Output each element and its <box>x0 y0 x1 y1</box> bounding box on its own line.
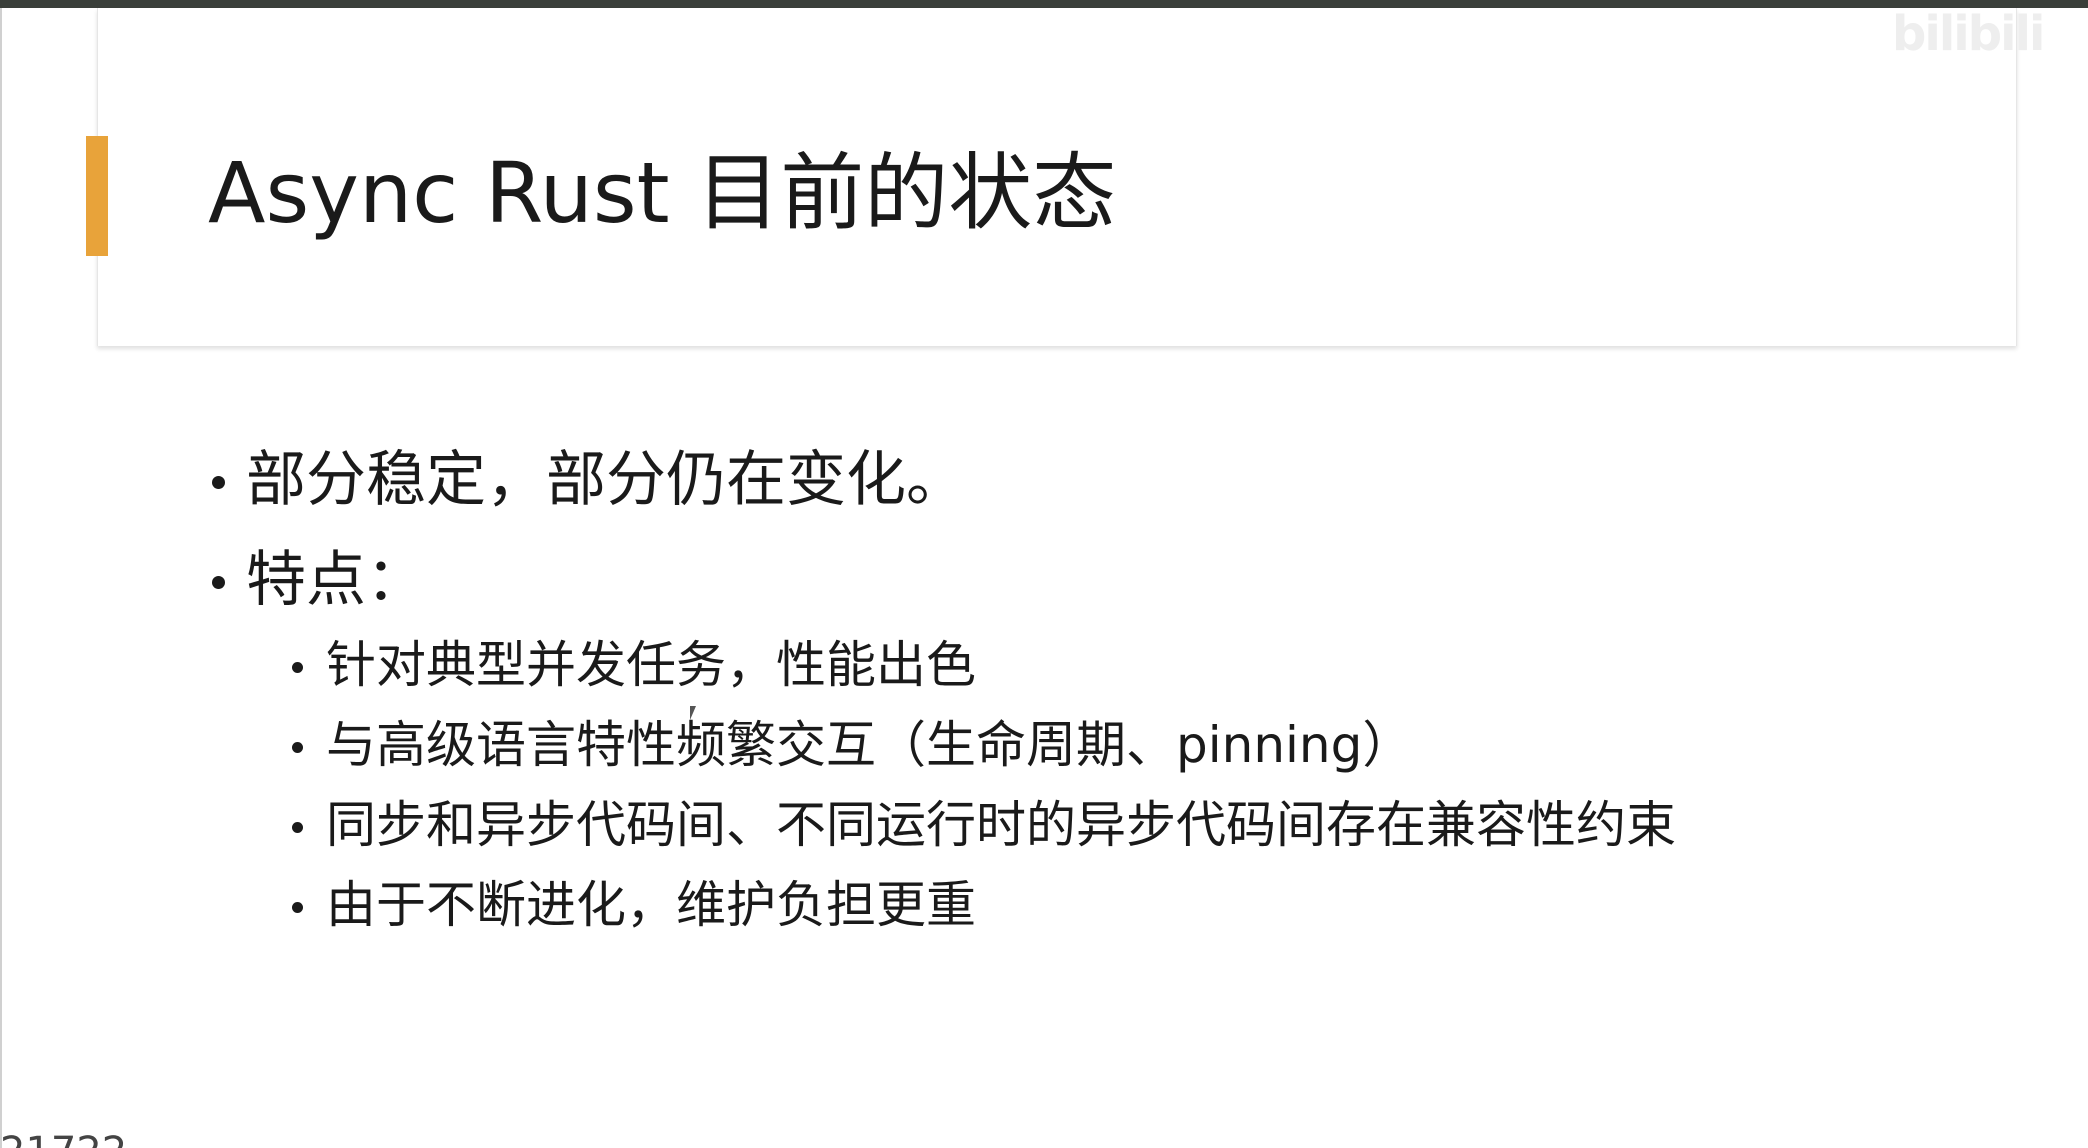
sub-bullet-item: 针对典型并发任务，性能出色 <box>292 632 976 698</box>
bullet-list: 部分稳定，部分仍在变化。 特点： 针对典型并发任务，性能出色 与高级语言特性频繁… <box>0 0 2088 1148</box>
sub-bullet-item: 由于不断进化，维护负担更重 <box>292 872 976 938</box>
bullet-dot-icon <box>292 742 303 753</box>
bullet-text: 同步和异步代码间、不同运行时的异步代码间存在兼容性约束 <box>326 796 1676 854</box>
sub-bullet-item: 与高级语言特性频繁交互（生命周期、pinning） <box>292 712 1413 778</box>
bullet-dot-icon <box>212 576 225 589</box>
bullet-text: 特点： <box>246 545 426 615</box>
bullet-text: 针对典型并发任务，性能出色 <box>326 636 976 694</box>
sub-bullet-item: 同步和异步代码间、不同运行时的异步代码间存在兼容性约束 <box>292 792 1676 858</box>
bullet-dot-icon <box>292 822 303 833</box>
bullet-item: 部分稳定，部分仍在变化。 <box>212 440 966 520</box>
bullet-dot-icon <box>292 662 303 673</box>
mouse-cursor-icon <box>690 706 696 720</box>
bullet-item: 特点： <box>212 540 426 620</box>
bullet-dot-icon <box>212 476 225 489</box>
corner-text-fragment: 21722 <box>0 1132 127 1148</box>
bullet-text: 部分稳定，部分仍在变化。 <box>246 445 966 515</box>
bullet-text: 与高级语言特性频繁交互（生命周期、pinning） <box>326 716 1413 774</box>
bullet-text: 由于不断进化，维护负担更重 <box>326 876 976 934</box>
bullet-dot-icon <box>292 902 303 913</box>
